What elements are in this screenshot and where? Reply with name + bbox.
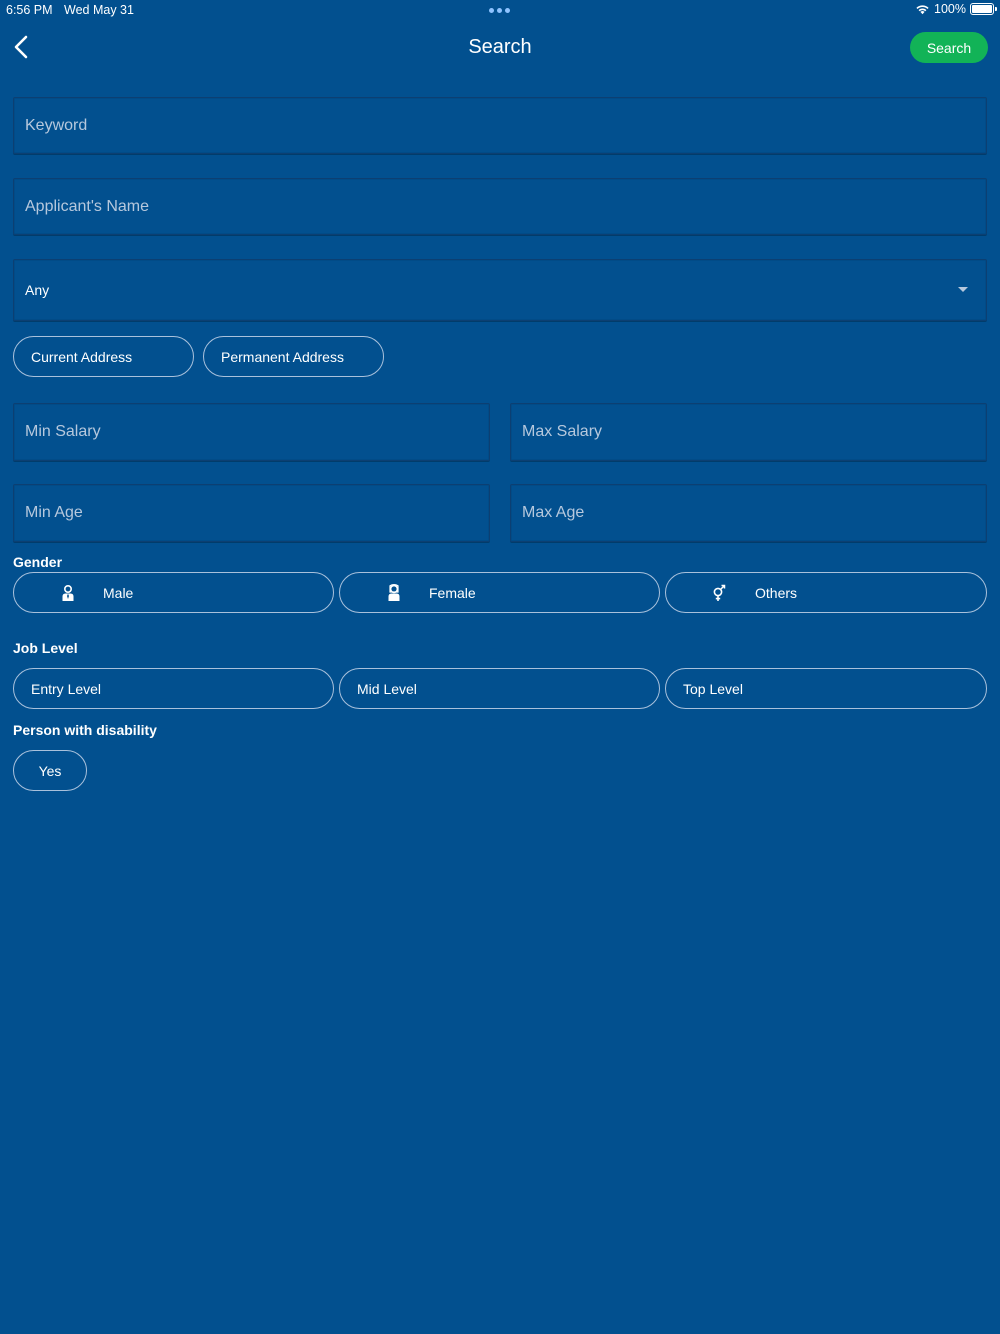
search-button[interactable]: Search (910, 32, 988, 63)
current-address-label: Current Address (31, 348, 133, 365)
job-level-top-label: Top Level (683, 680, 743, 697)
job-level-entry-label: Entry Level (31, 680, 102, 697)
applicant-name-input[interactable]: Applicant's Name (13, 178, 987, 235)
keyword-placeholder: Keyword (25, 116, 88, 134)
job-level-label: Job Level (13, 640, 78, 656)
gender-male-chip[interactable]: Male (13, 572, 334, 613)
gender-female-label: Female (429, 584, 476, 601)
min-salary-input[interactable]: Min Salary (13, 403, 490, 461)
status-date: Wed May 31 (64, 3, 134, 17)
disability-yes-label: Yes (38, 762, 62, 779)
dropdown-caret-icon (958, 287, 968, 292)
battery-icon (970, 3, 997, 15)
male-icon (62, 584, 74, 601)
current-address-chip[interactable]: Current Address (13, 336, 194, 377)
min-age-placeholder: Min Age (25, 504, 83, 521)
max-salary-input[interactable]: Max Salary (510, 403, 987, 461)
status-time: 6:56 PM (6, 3, 53, 17)
location-select[interactable]: Any (13, 259, 987, 321)
applicant-name-placeholder: Applicant's Name (25, 197, 149, 215)
keyword-input[interactable]: Keyword (13, 97, 987, 154)
permanent-address-label: Permanent Address (221, 348, 344, 365)
gender-male-label: Male (103, 584, 134, 601)
max-age-placeholder: Max Age (522, 504, 585, 521)
gender-others-icon (713, 584, 726, 601)
job-level-entry-chip[interactable]: Entry Level (13, 668, 334, 709)
max-age-input[interactable]: Max Age (510, 484, 987, 542)
gender-others-chip[interactable]: Others (665, 572, 987, 613)
job-level-top-chip[interactable]: Top Level (665, 668, 987, 709)
location-select-value: Any (25, 282, 50, 298)
status-right: 100% (915, 2, 997, 16)
min-salary-placeholder: Min Salary (25, 423, 101, 440)
wifi-icon (916, 5, 929, 15)
battery-percent: 100% (934, 2, 966, 16)
gender-label: Gender (13, 554, 63, 570)
max-salary-placeholder: Max Salary (522, 423, 603, 440)
min-age-input[interactable]: Min Age (13, 484, 490, 542)
job-level-mid-chip[interactable]: Mid Level (339, 668, 660, 709)
disability-label: Person with disability (13, 722, 157, 738)
gender-female-chip[interactable]: Female (339, 572, 660, 613)
disability-yes-chip[interactable]: Yes (13, 750, 87, 791)
multitasking-dots-icon[interactable] (489, 8, 510, 13)
gender-others-label: Others (755, 584, 798, 601)
status-bar: 6:56 PM Wed May 31 100% (0, 0, 1000, 20)
job-level-mid-label: Mid Level (357, 680, 417, 697)
page-title: Search (468, 36, 532, 58)
female-icon (388, 584, 400, 601)
permanent-address-chip[interactable]: Permanent Address (203, 336, 384, 377)
